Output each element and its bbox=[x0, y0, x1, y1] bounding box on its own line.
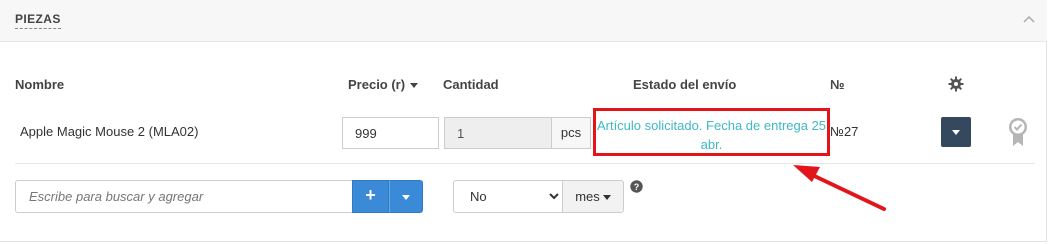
shipping-status-link[interactable]: Artículo solicitado. Fecha de entrega 25… bbox=[596, 116, 827, 154]
header-quantity: Cantidad bbox=[443, 77, 499, 92]
row-divider bbox=[15, 163, 1035, 164]
item-name[interactable]: Apple Magic Mouse 2 (MLA02) bbox=[20, 124, 198, 140]
caret-down-icon bbox=[952, 130, 960, 135]
item-number: №27 bbox=[830, 124, 859, 139]
period-label: mes bbox=[575, 189, 600, 204]
shipping-status-highlight: Artículo solicitado. Fecha de entrega 25… bbox=[593, 108, 830, 156]
panel-title[interactable]: PIEZAS bbox=[15, 12, 61, 29]
quantity-unit: pcs bbox=[551, 117, 591, 149]
header-price[interactable]: Precio (r) bbox=[348, 77, 419, 93]
row-actions-button[interactable] bbox=[941, 117, 971, 147]
warranty-badge-icon[interactable] bbox=[1008, 117, 1028, 147]
period-dropdown[interactable]: mes bbox=[562, 180, 624, 213]
header-name: Nombre bbox=[15, 77, 65, 92]
caret-down-icon bbox=[410, 83, 419, 89]
add-button[interactable]: + bbox=[352, 180, 389, 213]
chevron-up-icon[interactable] bbox=[1022, 12, 1036, 26]
svg-text:?: ? bbox=[634, 182, 640, 192]
header-shipping-status: Estado del envío bbox=[633, 77, 737, 92]
gear-icon[interactable] bbox=[948, 76, 964, 92]
add-options-dropdown[interactable] bbox=[389, 180, 423, 213]
quantity-input[interactable] bbox=[444, 117, 552, 149]
search-add-input[interactable] bbox=[15, 180, 353, 213]
parts-panel: PIEZAS Nombre Precio (r) Cantidad Estado… bbox=[0, 0, 1047, 242]
warranty-select[interactable]: No bbox=[453, 180, 563, 213]
header-price-label: Precio (r) bbox=[348, 77, 406, 92]
help-icon[interactable]: ? bbox=[630, 180, 643, 193]
header-number: № bbox=[830, 77, 845, 92]
caret-down-icon bbox=[602, 195, 611, 201]
panel-header[interactable]: PIEZAS bbox=[0, 0, 1047, 42]
caret-down-icon bbox=[402, 195, 410, 200]
price-input[interactable] bbox=[342, 117, 439, 149]
